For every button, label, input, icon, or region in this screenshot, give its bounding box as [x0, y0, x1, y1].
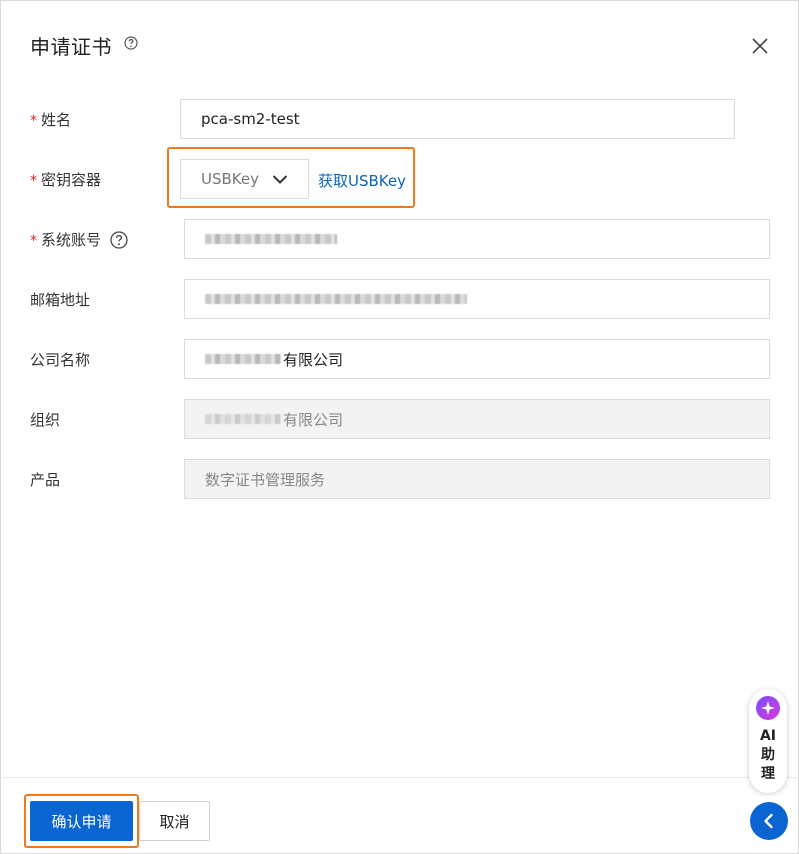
product-label: 产品 [30, 471, 61, 489]
email-label: 邮箱地址 [30, 291, 91, 309]
company-input[interactable]: 有限公司 [184, 339, 770, 379]
ai-assistant-label: AI 助 理 [759, 728, 777, 782]
ai-logo-icon [756, 696, 780, 720]
dialog-title: 申请证书 [30, 35, 112, 59]
required-mark: * [30, 113, 37, 129]
name-input-value: pca-sm2-test [201, 110, 300, 128]
key-container-select[interactable]: USBKey [180, 159, 309, 199]
ai-assistant-button[interactable]: AI 助 理 [749, 689, 787, 793]
required-mark: * [30, 173, 37, 189]
question-circle-icon[interactable] [110, 231, 128, 249]
email-input[interactable] [184, 279, 770, 319]
system-account-label: * 系统账号 [30, 230, 128, 251]
company-value-suffix: 有限公司 [283, 350, 344, 369]
organization-value-suffix: 有限公司 [283, 410, 344, 429]
chevron-down-icon [272, 175, 288, 184]
required-mark: * [30, 233, 37, 249]
redacted-value [205, 354, 281, 364]
footer-divider [2, 777, 799, 778]
chevron-left-icon [764, 813, 773, 829]
redacted-value [205, 294, 467, 304]
redacted-value [205, 414, 281, 424]
question-circle-icon[interactable] [124, 36, 138, 50]
system-account-input[interactable] [184, 219, 770, 259]
name-label: * 姓名 [30, 111, 72, 129]
product-value: 数字证书管理服务 [205, 470, 326, 489]
organization-input: 有限公司 [184, 399, 770, 439]
key-container-selected: USBKey [201, 170, 259, 188]
product-input: 数字证书管理服务 [184, 459, 770, 499]
close-icon[interactable] [751, 37, 769, 55]
confirm-apply-button[interactable]: 确认申请 [30, 801, 133, 841]
organization-label: 组织 [30, 411, 61, 429]
collapse-button[interactable] [750, 802, 788, 840]
cancel-button[interactable]: 取消 [139, 801, 210, 841]
company-label: 公司名称 [30, 351, 91, 369]
name-input[interactable]: pca-sm2-test [180, 99, 735, 139]
redacted-value [205, 234, 337, 244]
apply-certificate-dialog: 申请证书 * 姓名 pca-sm2-test * 密钥容器 USBKey 获取USB… [0, 0, 799, 854]
key-container-label: * 密钥容器 [30, 171, 102, 189]
get-usbkey-link[interactable]: 获取USBKey [318, 170, 406, 191]
